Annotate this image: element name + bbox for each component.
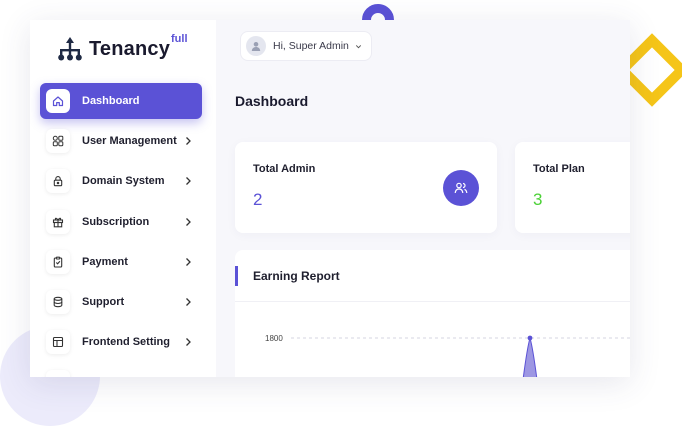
sidebar-item-label: Domain System — [82, 175, 165, 188]
stat-label: Total Admin — [253, 163, 316, 175]
database-icon — [46, 289, 70, 314]
sidebar-item-label: Support — [82, 295, 125, 308]
chevron-right-icon — [186, 338, 191, 347]
stat-value: 3 — [533, 190, 543, 209]
section-accent-bar — [235, 266, 238, 286]
chevron-down-icon — [355, 44, 361, 48]
sidebar-item-label: User Management — [82, 135, 177, 148]
chevron-right-icon — [186, 257, 191, 266]
sidebar-item-label: Payment — [82, 255, 128, 268]
app-window: Tenancy full Dashboard User Management D… — [30, 20, 630, 377]
sidebar-item-next[interactable] — [40, 364, 202, 377]
layout-icon — [46, 330, 70, 355]
screenshot-stage: Tenancy full Dashboard User Management D… — [0, 0, 682, 426]
chevron-right-icon — [186, 137, 191, 146]
page-title: Dashboard — [235, 93, 309, 109]
chevron-right-icon — [186, 297, 191, 306]
more-icon — [46, 370, 70, 377]
gift-icon — [46, 209, 70, 234]
sidebar-item-domain-system[interactable]: Domain System — [40, 163, 202, 199]
user-menu-button[interactable]: Hi, Super Admin — [240, 31, 372, 61]
logo-icon — [58, 37, 82, 61]
stat-card-total-admin[interactable]: Total Admin 2 — [235, 142, 497, 233]
stat-label: Total Plan — [533, 163, 585, 175]
sidebar-item-label: Frontend Setting — [82, 336, 170, 349]
sidebar-item-label: Subscription — [82, 215, 150, 228]
sidebar-item-subscription[interactable]: Subscription — [40, 204, 202, 240]
sidebar-menu: Dashboard User Management Domain System — [40, 83, 202, 377]
chart-area-series — [522, 336, 538, 377]
app-logo[interactable]: Tenancy full — [56, 33, 188, 64]
app-name-superscript: full — [171, 33, 188, 45]
report-title: Earning Report — [253, 269, 340, 283]
sidebar-item-dashboard[interactable]: Dashboard — [40, 83, 202, 119]
y-tick-label: 1800 — [265, 334, 283, 343]
sidebar-item-frontend-setting[interactable]: Frontend Setting — [40, 324, 202, 360]
user-avatar-icon — [246, 36, 266, 56]
home-icon — [46, 89, 70, 113]
stat-value: 2 — [253, 190, 263, 209]
grid-icon — [46, 129, 70, 154]
clipboard-icon — [46, 249, 70, 274]
sidebar: Tenancy full Dashboard User Management D… — [30, 20, 216, 377]
chart-point[interactable] — [527, 335, 533, 341]
users-icon[interactable] — [443, 170, 479, 206]
sidebar-item-label: Dashboard — [82, 95, 140, 107]
chevron-right-icon — [186, 217, 191, 226]
sidebar-item-user-management[interactable]: User Management — [40, 123, 202, 159]
app-name: Tenancy — [89, 37, 171, 60]
stat-card-total-plan[interactable]: Total Plan 3 — [515, 142, 630, 233]
lock-icon — [46, 169, 70, 194]
user-greeting: Hi, Super Admin — [273, 40, 349, 52]
sidebar-item-support[interactable]: Support — [40, 284, 202, 320]
chevron-right-icon — [186, 177, 191, 186]
earning-chart: 1800 — [265, 334, 630, 377]
sidebar-item-payment[interactable]: Payment — [40, 244, 202, 280]
earning-report-panel: Earning Report 1800 — [235, 250, 630, 377]
